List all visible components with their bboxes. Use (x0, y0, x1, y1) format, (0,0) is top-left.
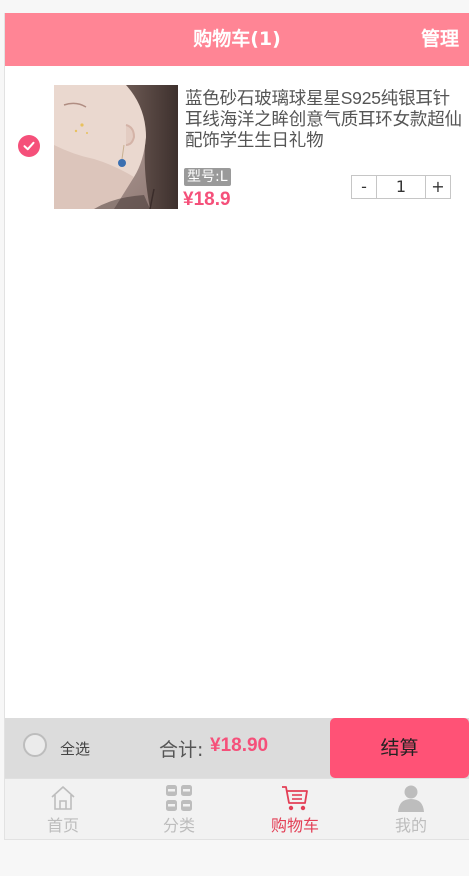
tab-category[interactable]: 分类 (121, 779, 237, 839)
increase-quantity-button[interactable]: + (425, 176, 450, 198)
home-icon (51, 786, 75, 810)
product-image[interactable] (54, 85, 178, 209)
tab-cart[interactable]: 购物车 (237, 779, 353, 839)
checkout-button[interactable]: 结算 (330, 718, 469, 778)
tab-profile[interactable]: 我的 (353, 779, 469, 839)
quantity-stepper: - 1 + (351, 175, 451, 199)
tab-home[interactable]: 首页 (5, 779, 121, 839)
tab-category-label: 分类 (162, 816, 195, 835)
category-icon (166, 785, 192, 811)
item-checkbox[interactable] (18, 135, 40, 157)
product-price: ¥18.9 (183, 189, 231, 210)
product-title[interactable]: 蓝色砂石玻璃球星星S925纯银耳针耳线海洋之眸创意气质耳环女款超仙配饰学生生日礼… (185, 88, 467, 151)
checkout-bar: 全选 合计: ¥18.90 结算 (5, 718, 469, 778)
app-screen: 购物车(1) 管理 蓝色砂石玻璃球星星S925纯银耳针耳线海洋之眸创意气质耳环女… (4, 13, 469, 840)
total-label: 合计: (159, 739, 204, 761)
select-all-label[interactable]: 全选 (60, 738, 90, 759)
manage-button[interactable]: 管理 (421, 13, 459, 66)
bottom-tab-bar: 首页 分类 购物车 我的 (5, 778, 469, 839)
total-amount: ¥18.90 (210, 735, 269, 756)
check-icon (23, 141, 35, 151)
decrease-quantity-button[interactable]: - (352, 176, 377, 198)
cart-item[interactable]: 蓝色砂石玻璃球星星S925纯银耳针耳线海洋之眸创意气质耳环女款超仙配饰学生生日礼… (5, 80, 469, 212)
product-spec-badge[interactable]: 型号:L (184, 168, 231, 186)
user-icon (398, 785, 424, 812)
tab-home-label: 首页 (46, 816, 79, 835)
quantity-value[interactable]: 1 (377, 176, 425, 198)
cart-icon (282, 786, 308, 811)
tab-cart-label: 购物车 (270, 816, 319, 835)
header-bar: 购物车(1) 管理 (5, 13, 469, 66)
page-title: 购物车(1) (193, 28, 281, 50)
tab-profile-label: 我的 (394, 816, 427, 835)
select-all-checkbox[interactable] (23, 733, 47, 757)
